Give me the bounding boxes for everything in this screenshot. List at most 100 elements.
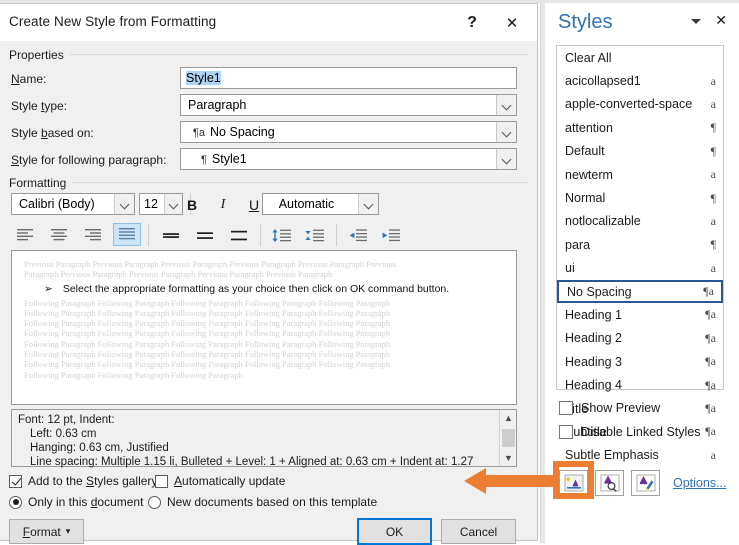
- new-documents-radio[interactable]: New documents based on this template: [148, 495, 377, 509]
- line-spacing-1-5-button[interactable]: [191, 224, 219, 247]
- automatically-update-checkbox[interactable]: Automatically update: [155, 474, 285, 488]
- bold-button[interactable]: B: [177, 193, 207, 217]
- linked-style-icon: ¶a: [705, 424, 716, 439]
- screen: Create New Style from Formatting ? ✕ Pro…: [0, 0, 739, 545]
- preview-selected-paragraph: ➢ Select the appropriate formatting as y…: [44, 282, 450, 295]
- align-justify-button[interactable]: [113, 223, 141, 246]
- style-item[interactable]: apple-converted-space a: [557, 93, 723, 116]
- paragraph-style-icon: ¶: [710, 237, 716, 252]
- help-icon[interactable]: ?: [455, 10, 489, 36]
- formatting-group-label: Formatting: [9, 176, 73, 190]
- align-center-button[interactable]: [45, 224, 73, 247]
- checkbox-icon[interactable]: [559, 401, 573, 415]
- style-type-combo[interactable]: Paragraph: [180, 94, 517, 116]
- paragraph-style-icon: ¶: [710, 120, 716, 135]
- character-style-icon: a: [710, 213, 716, 228]
- style-preview: Previous Paragraph Previous Paragraph Pr…: [11, 250, 517, 405]
- checkbox-icon[interactable]: [155, 474, 168, 488]
- style-following-value: ¶ Style1: [201, 152, 247, 166]
- formatting-group-rule: [70, 182, 528, 183]
- style-item[interactable]: attention ¶: [557, 116, 723, 139]
- style-item[interactable]: Normal ¶: [557, 186, 723, 209]
- align-left-button[interactable]: [11, 224, 39, 247]
- italic-button[interactable]: I: [208, 193, 238, 217]
- style-inspector-button[interactable]: [595, 470, 624, 496]
- show-preview-label: Show Preview: [581, 401, 661, 415]
- styles-list[interactable]: Clear All acicollapsed1 a apple-converted…: [556, 45, 724, 462]
- scroll-down-icon[interactable]: ▼: [500, 450, 517, 466]
- line-spacing-single-button[interactable]: [157, 224, 185, 247]
- scrollbar-thumb[interactable]: [502, 429, 515, 447]
- character-style-icon: a: [710, 73, 716, 88]
- checkbox-icon[interactable]: [9, 474, 22, 488]
- chevron-down-icon[interactable]: [496, 149, 516, 169]
- style-item[interactable]: Default ¶: [557, 140, 723, 163]
- style-item[interactable]: Heading 1 ¶a: [557, 303, 723, 326]
- style-item[interactable]: ui a: [557, 257, 723, 280]
- style-type-value: Paragraph: [188, 98, 247, 112]
- align-center-icon: [51, 229, 67, 241]
- automatically-update-label: Automatically update: [174, 474, 286, 488]
- line-spacing-1-5-icon: [197, 232, 213, 239]
- style-item-no-spacing[interactable]: No Spacing ¶a: [557, 279, 723, 304]
- options-link[interactable]: Options...: [673, 476, 727, 490]
- chevron-down-icon[interactable]: [496, 95, 516, 115]
- format-button-label: Format: [22, 524, 61, 539]
- chevron-down-icon[interactable]: [691, 19, 701, 24]
- cancel-button[interactable]: Cancel: [441, 519, 516, 544]
- style-based-on-combo[interactable]: ¶a No Spacing: [180, 121, 517, 143]
- only-in-this-document-radio[interactable]: Only in this document: [9, 495, 143, 509]
- style-item-clear-all[interactable]: Clear All: [557, 46, 723, 69]
- chevron-down-icon[interactable]: [496, 122, 516, 142]
- font-family-combo[interactable]: Calibri (Body): [11, 193, 135, 215]
- name-input-value: Style1: [186, 71, 221, 85]
- increase-paragraph-spacing-button[interactable]: [268, 224, 296, 247]
- close-icon[interactable]: ✕: [715, 12, 727, 29]
- font-color-value: Automatic: [278, 197, 335, 211]
- decrease-indent-button[interactable]: [344, 224, 372, 247]
- linked-style-icon: ¶a: [705, 354, 716, 369]
- disable-linked-styles-label: Disable Linked Styles: [581, 425, 701, 439]
- align-right-icon: [85, 229, 101, 241]
- ok-button[interactable]: OK: [357, 518, 432, 545]
- add-to-styles-gallery-label: Add to the Styles gallery: [28, 474, 158, 488]
- decrease-indent-icon: [349, 229, 367, 242]
- style-item[interactable]: Heading 4 ¶a: [557, 373, 723, 396]
- manage-styles-button[interactable]: [631, 470, 660, 496]
- increase-indent-icon: [382, 229, 400, 242]
- disable-linked-styles-checkbox[interactable]: Disable Linked Styles: [559, 425, 701, 439]
- line-spacing-2-icon: [231, 230, 247, 241]
- close-icon[interactable]: ✕: [495, 10, 529, 36]
- left-arrow-icon: [464, 468, 556, 494]
- style-type-label: Style type:: [11, 99, 68, 113]
- style-item[interactable]: Heading 3 ¶a: [557, 350, 723, 373]
- create-new-style-dialog: Create New Style from Formatting ? ✕ Pro…: [0, 3, 538, 545]
- increase-indent-button[interactable]: [377, 224, 405, 247]
- show-preview-checkbox[interactable]: Show Preview: [559, 401, 660, 415]
- decrease-paragraph-spacing-button[interactable]: [301, 224, 329, 247]
- align-right-button[interactable]: [79, 224, 107, 247]
- description-scrollbar[interactable]: ▲ ▼: [499, 410, 516, 466]
- font-color-combo[interactable]: Automatic: [262, 193, 379, 215]
- checkbox-icon[interactable]: [559, 425, 573, 439]
- chevron-down-icon[interactable]: [358, 194, 378, 214]
- name-input[interactable]: Style1: [180, 67, 517, 89]
- add-to-styles-gallery-checkbox[interactable]: Add to the Styles gallery: [9, 474, 157, 488]
- format-button[interactable]: Format ▾: [9, 519, 84, 544]
- paragraph-mark-icon: ¶: [201, 154, 207, 166]
- style-item[interactable]: acicollapsed1 a: [557, 69, 723, 92]
- chevron-down-icon[interactable]: [114, 194, 134, 214]
- style-item[interactable]: newterm a: [557, 163, 723, 186]
- radio-icon[interactable]: [9, 495, 22, 509]
- style-following-combo[interactable]: ¶ Style1: [180, 148, 517, 170]
- style-item[interactable]: para ¶: [557, 233, 723, 256]
- scroll-up-icon[interactable]: ▲: [500, 410, 517, 426]
- radio-icon[interactable]: [148, 495, 161, 509]
- line-spacing-1-icon: [163, 233, 179, 238]
- style-based-on-value: ¶a No Spacing: [193, 125, 275, 139]
- style-item[interactable]: notlocalizable a: [557, 210, 723, 233]
- style-item[interactable]: Heading 2 ¶a: [557, 327, 723, 350]
- line-spacing-double-button[interactable]: [225, 224, 253, 247]
- paragraph-char-style-icon: ¶a: [193, 127, 206, 139]
- annotation-arrow: [464, 466, 556, 499]
